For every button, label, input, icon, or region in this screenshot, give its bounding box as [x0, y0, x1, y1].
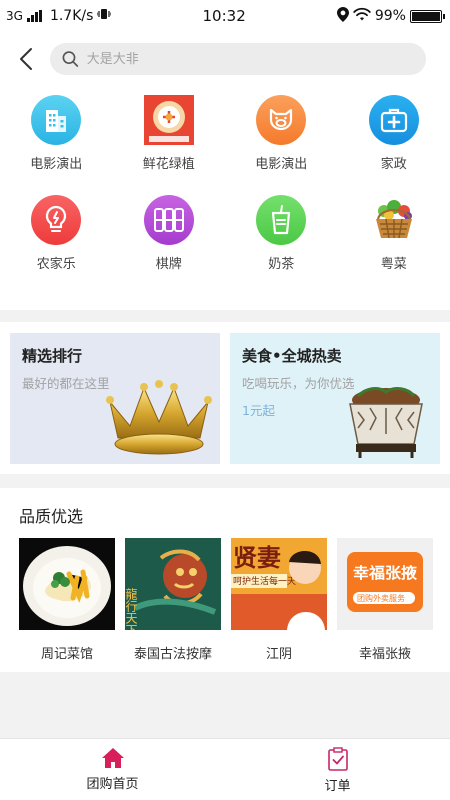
network-speed: 1.7K/s: [49, 8, 94, 24]
nav-label: 团购首页: [86, 777, 139, 792]
quality-list: 周记菜馆 龍行天下 泰国古法按摩 贤妻 呵护生活每一天 江阴 幸福张掖 团购外卖…: [0, 527, 450, 662]
category-label: 农家乐: [36, 257, 76, 272]
shop-image: 幸福张掖 团购外卖服务: [337, 538, 433, 630]
nav-home[interactable]: 团购首页: [0, 739, 225, 800]
category-item-farm-stay[interactable]: 农家乐: [0, 195, 113, 295]
category-section: 电影演出 鲜花绿植 电影演出 家政 农家乐 棋牌 奶茶 粤菜: [0, 86, 450, 310]
bottom-nav: 团购首页 订单: [0, 738, 450, 800]
mahjong-icon: [143, 195, 194, 245]
status-left: 3G 1.7K/s: [6, 8, 113, 24]
section-title: 品质优选: [19, 507, 84, 526]
category-item-cantonese[interactable]: 粤菜: [338, 195, 450, 295]
home-icon: [101, 748, 124, 768]
crown-icon: [106, 380, 212, 455]
nav-orders[interactable]: 订单: [225, 739, 450, 800]
building-icon: [31, 95, 82, 145]
shop-card[interactable]: 贤妻 呵护生活每一天 江阴: [231, 538, 327, 662]
banner-title: 精选排行: [22, 347, 83, 365]
shop-card[interactable]: 幸福张掖 团购外卖服务 幸福张掖: [337, 538, 433, 662]
medical-kit-icon: [368, 95, 419, 145]
vibrate-icon: [96, 8, 113, 24]
category-item-movies[interactable]: 电影演出: [0, 95, 113, 195]
shop-image: 贤妻 呵护生活每一天: [231, 538, 327, 630]
network-type: 3G: [6, 9, 23, 23]
milk-tea-icon: [256, 195, 307, 245]
banner-title: 美食•全城热卖: [242, 347, 342, 365]
nav-label: 订单: [324, 779, 351, 794]
shop-name: 泰国古法按摩: [133, 647, 212, 662]
category-label: 电影演出: [255, 157, 308, 172]
shop-image-subtext: 团购外卖服务: [357, 593, 405, 603]
grilled-dish-image: [349, 387, 423, 458]
banner-section: 精选排行 最好的都在这里 美食•全城热卖 吃喝玩乐，为你优选 1元起: [0, 322, 450, 474]
shop-image-text: 贤妻: [233, 544, 281, 572]
shop-card[interactable]: 周记菜馆: [19, 538, 115, 662]
location-icon: [336, 6, 349, 26]
flower-shop-logo: [143, 95, 194, 145]
category-label: 电影演出: [30, 157, 83, 172]
category-label: 粤菜: [380, 257, 407, 272]
status-bar: 3G 1.7K/s 10:32 99%: [0, 0, 450, 32]
signal-icon: [26, 10, 42, 22]
category-label: 家政: [380, 157, 407, 172]
battery-icon: [409, 9, 445, 23]
shop-name: 幸福张掖: [358, 647, 411, 662]
shop-image: 龍行天下: [125, 538, 221, 630]
shop-image-subtext: 呵护生活每一天: [233, 575, 296, 587]
category-label: 鲜花绿植: [142, 157, 195, 172]
shop-image: [19, 538, 115, 630]
pig-icon: [256, 95, 307, 145]
search-input[interactable]: [86, 51, 414, 67]
quality-section: 品质优选 周记菜馆 龍行天下 泰国古法按摩 贤妻 呵护生活每一天 江阴 幸福张掖…: [0, 488, 450, 672]
battery-text: 99%: [374, 8, 406, 24]
search-icon: [62, 51, 79, 67]
banner-ranking[interactable]: 精选排行 最好的都在这里: [10, 333, 220, 464]
clipboard-check-icon: [327, 747, 348, 771]
category-label: 棋牌: [155, 257, 182, 272]
status-right: 99%: [336, 6, 445, 26]
shop-name: 江阴: [265, 647, 292, 662]
wifi-icon: [353, 7, 371, 25]
category-grid: 电影演出 鲜花绿植 电影演出 家政 农家乐 棋牌 奶茶 粤菜: [0, 86, 450, 295]
back-button[interactable]: [12, 41, 40, 77]
category-item-milk-tea[interactable]: 奶茶: [225, 195, 338, 295]
lightbulb-icon: [31, 195, 82, 245]
category-item-chess-cards[interactable]: 棋牌: [113, 195, 226, 295]
shop-image-text: 幸福张掖: [353, 564, 418, 582]
category-item-housekeeping[interactable]: 家政: [338, 95, 450, 195]
vegetable-basket-icon: [369, 195, 419, 245]
chevron-left-icon: [20, 48, 32, 70]
search-bar[interactable]: [50, 43, 426, 75]
shop-image-text: 龍行天下: [125, 587, 138, 630]
clock: 10:32: [202, 7, 246, 25]
category-item-movies-2[interactable]: 电影演出: [225, 95, 338, 195]
shop-name: 周记菜馆: [40, 647, 93, 662]
header: [0, 32, 450, 86]
shop-card[interactable]: 龍行天下 泰国古法按摩: [125, 538, 221, 662]
category-label: 奶茶: [268, 257, 295, 272]
category-item-flowers[interactable]: 鲜花绿植: [113, 95, 226, 195]
banner-food[interactable]: 美食•全城热卖 吃喝玩乐，为你优选 1元起: [230, 333, 440, 464]
